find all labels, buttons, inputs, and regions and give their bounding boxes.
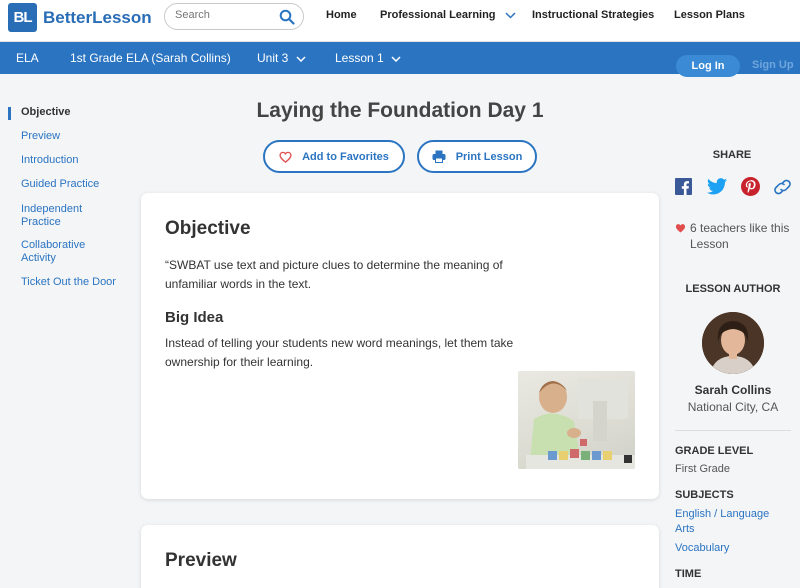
nav-home[interactable]: Home	[326, 9, 357, 21]
share-label: SHARE	[712, 149, 752, 161]
child-with-blocks-image	[526, 379, 635, 469]
course-link[interactable]: 1st Grade ELA (Sarah Collins)	[70, 51, 231, 65]
chevron-down-icon	[505, 12, 516, 19]
big-idea-text: Instead of telling your students new wor…	[165, 336, 514, 369]
unit-dropdown[interactable]: Unit 3	[257, 51, 306, 65]
objective-heading: Objective	[165, 218, 251, 239]
login-button[interactable]: Log In	[676, 55, 740, 77]
heart-icon	[279, 151, 292, 163]
section-nav-preview[interactable]: Preview	[8, 130, 60, 143]
lesson-photo	[518, 371, 635, 469]
time: TIME	[675, 568, 795, 580]
unit-label: Unit 3	[257, 51, 289, 65]
grade-level-label: GRADE LEVEL	[675, 445, 754, 457]
add-to-favorites-label: Add to Favorites	[302, 150, 389, 163]
preview-heading: Preview	[165, 550, 237, 571]
nav-instructional-strategies[interactable]: Instructional Strategies	[532, 9, 654, 21]
nav-professional-learning-label: Professional Learning	[380, 9, 496, 21]
likes: 6 teachers like this Lesson	[675, 220, 795, 252]
author-location: National City, CA	[687, 400, 779, 414]
author-photo	[702, 312, 764, 374]
big-idea-heading: Big Idea	[165, 309, 224, 326]
objective-card: Objective “SWBAT use text and picture cl…	[141, 193, 659, 499]
lesson-dropdown[interactable]: Lesson 1	[335, 51, 401, 65]
add-to-favorites-button[interactable]: Add to Favorites	[263, 140, 405, 173]
section-nav-guided-practice[interactable]: Guided Practice	[8, 178, 99, 191]
subjects-label: SUBJECTS	[675, 489, 734, 501]
section-nav-ticket-out[interactable]: Ticket Out the Door	[8, 276, 116, 289]
facebook-icon[interactable]	[675, 178, 692, 195]
author-info: Sarah Collins National City, CA	[675, 383, 791, 414]
signup-link[interactable]: Sign Up	[752, 59, 794, 71]
avatar[interactable]	[702, 312, 764, 374]
lesson-author-label: LESSON AUTHOR	[685, 283, 781, 295]
search-icon[interactable]	[279, 9, 295, 25]
pinterest-icon[interactable]	[741, 177, 760, 196]
divider	[675, 430, 791, 431]
search-input[interactable]	[175, 9, 275, 21]
preview-card: Preview	[141, 525, 659, 588]
link-icon[interactable]	[773, 178, 792, 196]
subject-link-ela[interactable]: English / Language Arts	[675, 507, 775, 537]
section-nav-objective[interactable]: Objective	[8, 106, 71, 120]
grade-level: GRADE LEVEL First Grade	[675, 445, 795, 475]
logo-text: BetterLesson	[43, 7, 152, 27]
twitter-icon[interactable]	[707, 178, 727, 195]
nav-lesson-plans[interactable]: Lesson Plans	[674, 9, 745, 21]
print-lesson-label: Print Lesson	[455, 150, 523, 163]
logo[interactable]: BL BetterLesson	[8, 3, 152, 32]
time-label: TIME	[675, 568, 702, 580]
section-nav-independent-practice[interactable]: Independent Practice	[8, 203, 96, 229]
logo-mark: BL	[8, 3, 37, 32]
share-icons	[675, 177, 795, 197]
chevron-down-icon	[296, 56, 306, 62]
nav-professional-learning[interactable]: Professional Learning	[380, 9, 516, 21]
section-nav-collaborative-activity[interactable]: Collaborative Activity	[8, 239, 96, 265]
search-box	[164, 3, 304, 30]
author-heading: LESSON AUTHOR	[675, 283, 791, 295]
top-header: BL BetterLesson Home Professional Learni…	[0, 0, 800, 42]
chevron-down-icon	[391, 56, 401, 62]
grade-level-value: First Grade	[675, 463, 731, 475]
printer-icon	[432, 150, 446, 163]
likes-text: 6 teachers like this Lesson	[690, 221, 790, 251]
heart-icon	[675, 224, 686, 233]
objective-text: “SWBAT use text and picture clues to det…	[165, 258, 503, 291]
page-title: Laying the Foundation Day 1	[256, 99, 544, 122]
share-heading: SHARE	[675, 149, 789, 161]
author-name[interactable]: Sarah Collins	[675, 383, 791, 397]
subject-link-vocabulary[interactable]: Vocabulary	[675, 542, 795, 554]
lesson-label: Lesson 1	[335, 51, 384, 65]
subjects: SUBJECTS English / Language Arts Vocabul…	[675, 489, 795, 554]
print-lesson-button[interactable]: Print Lesson	[417, 140, 537, 173]
course-subject-link[interactable]: ELA	[16, 51, 39, 65]
section-nav-introduction[interactable]: Introduction	[8, 154, 78, 167]
